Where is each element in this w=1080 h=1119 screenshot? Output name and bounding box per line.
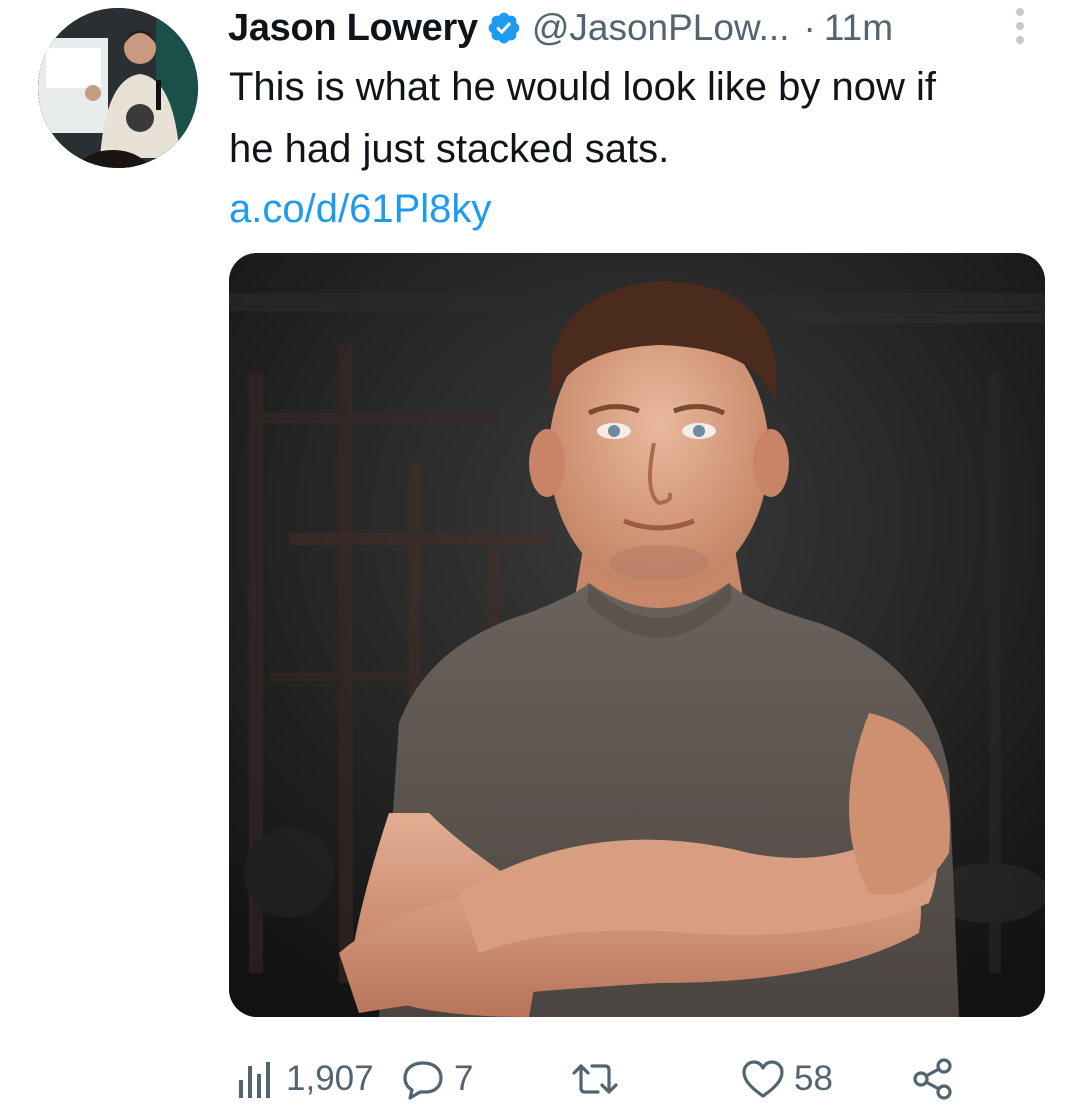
- more-vertical-icon[interactable]: [1013, 4, 1027, 48]
- reply-button[interactable]: 7: [400, 1050, 473, 1108]
- separator-dot: ·: [803, 7, 816, 48]
- author-avatar[interactable]: [38, 8, 198, 168]
- reply-count: 7: [454, 1059, 474, 1098]
- share-icon: [913, 1058, 952, 1100]
- media-photo: [229, 253, 1045, 1017]
- tweet-timestamp[interactable]: 11m: [824, 7, 893, 49]
- verified-badge-icon: [488, 12, 520, 44]
- avatar-photo: [38, 8, 198, 168]
- retweet-icon: [572, 1064, 618, 1094]
- views-count: 1,907: [286, 1059, 374, 1098]
- retweet-button[interactable]: [570, 1050, 628, 1108]
- reply-icon: [403, 1061, 443, 1100]
- like-count: 58: [794, 1059, 833, 1098]
- tweet-action-bar: 1,907 7 58: [232, 1050, 1042, 1108]
- tweet-text: This is what he would look like by now i…: [229, 65, 936, 171]
- tweet-header: Jason Lowery @JasonPLow... · 11m: [228, 2, 1028, 54]
- tweet-link[interactable]: a.co/d/61Pl8ky: [229, 180, 491, 238]
- heart-icon: [742, 1060, 784, 1098]
- tweet-media-image[interactable]: [229, 253, 1045, 1017]
- views-button[interactable]: 1,907: [232, 1050, 374, 1108]
- share-button[interactable]: [910, 1050, 956, 1108]
- author-handle[interactable]: @JasonPLow...: [532, 7, 790, 49]
- author-name[interactable]: Jason Lowery: [228, 7, 478, 50]
- analytics-icon: [239, 1062, 270, 1098]
- like-button[interactable]: 58: [740, 1050, 833, 1108]
